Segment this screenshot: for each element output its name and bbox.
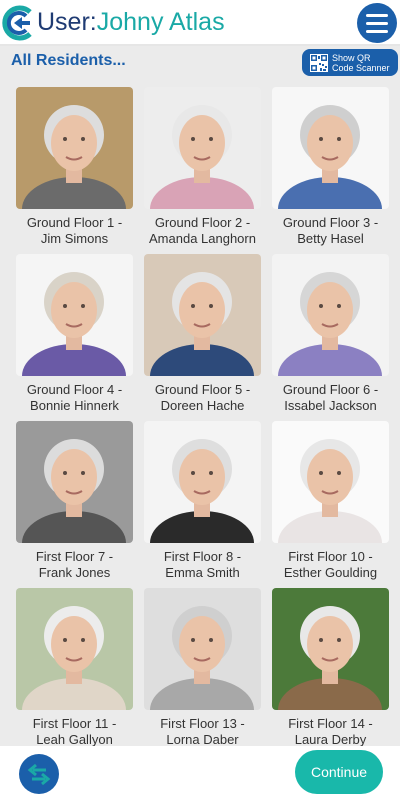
resident-photo bbox=[16, 588, 133, 710]
resident-card[interactable]: First Floor 10 - Esther Goulding bbox=[272, 421, 389, 585]
resident-portrait-icon bbox=[272, 588, 389, 710]
resident-caption: Ground Floor 3 - Betty Hasel bbox=[272, 215, 389, 247]
qr-code-icon bbox=[310, 53, 328, 72]
resident-portrait-icon bbox=[272, 421, 389, 543]
menu-button[interactable] bbox=[357, 3, 397, 43]
resident-floor: First Floor 14 - bbox=[288, 716, 373, 731]
resident-name: Leah Gallyon bbox=[36, 732, 113, 746]
resident-card[interactable]: First Floor 13 - Lorna Daber bbox=[144, 588, 261, 746]
resident-caption: First Floor 8 - Emma Smith bbox=[144, 549, 261, 581]
user-name: Johny Atlas bbox=[96, 8, 225, 36]
hamburger-menu-icon bbox=[366, 21, 388, 25]
resident-floor: Ground Floor 3 - bbox=[282, 215, 379, 230]
resident-caption: Ground Floor 2 - Amanda Langhorn bbox=[144, 215, 261, 247]
resident-portrait-icon bbox=[144, 254, 261, 376]
resident-caption: First Floor 10 - Esther Goulding bbox=[272, 549, 389, 581]
page-title: All Residents... bbox=[11, 52, 126, 69]
resident-name: Doreen Hache bbox=[160, 398, 245, 413]
qr-button-label: Show QR Code Scanner bbox=[332, 53, 390, 73]
residents-grid-area: Ground Floor 1 - Jim Simons Ground Floor 2… bbox=[0, 78, 400, 746]
resident-portrait-icon bbox=[16, 421, 133, 543]
resident-name: Bonnie Hinnerk bbox=[30, 398, 119, 413]
resident-floor: Ground Floor 2 - bbox=[154, 215, 251, 230]
top-bar: User:Johny Atlas bbox=[0, 0, 400, 46]
c-logo-icon bbox=[2, 5, 32, 41]
resident-photo bbox=[272, 421, 389, 543]
resident-name: Esther Goulding bbox=[283, 565, 378, 580]
resident-portrait-icon bbox=[16, 87, 133, 209]
user-label: User: bbox=[37, 8, 97, 36]
resident-caption: Ground Floor 4 - Bonnie Hinnerk bbox=[16, 382, 133, 414]
qr-label-line2: Code Scanner bbox=[332, 62, 390, 73]
resident-portrait-icon bbox=[272, 87, 389, 209]
resident-floor: First Floor 8 - bbox=[163, 549, 242, 564]
resident-card[interactable]: Ground Floor 2 - Amanda Langhorn bbox=[144, 87, 261, 251]
resident-card[interactable]: First Floor 7 - Frank Jones bbox=[16, 421, 133, 585]
resident-photo bbox=[16, 421, 133, 543]
resident-card[interactable]: Ground Floor 3 - Betty Hasel bbox=[272, 87, 389, 251]
resident-caption: First Floor 13 - Lorna Daber bbox=[144, 716, 261, 746]
resident-caption: Ground Floor 1 - Jim Simons bbox=[16, 215, 133, 247]
resident-photo bbox=[272, 588, 389, 710]
resident-portrait-icon bbox=[144, 87, 261, 209]
resident-card[interactable]: First Floor 14 - Laura Derby bbox=[272, 588, 389, 746]
resident-photo bbox=[144, 588, 261, 710]
continue-button[interactable]: Continue bbox=[295, 750, 383, 794]
resident-photo bbox=[144, 421, 261, 543]
resident-floor: Ground Floor 5 - bbox=[154, 382, 251, 397]
resident-floor: First Floor 13 - bbox=[160, 716, 245, 731]
resident-card[interactable]: First Floor 8 - Emma Smith bbox=[144, 421, 261, 585]
resident-name: Jim Simons bbox=[40, 231, 109, 246]
resident-floor: First Floor 7 - bbox=[35, 549, 114, 564]
swap-arrows-icon bbox=[27, 763, 51, 786]
resident-caption: Ground Floor 5 - Doreen Hache bbox=[144, 382, 261, 414]
resident-portrait-icon bbox=[16, 254, 133, 376]
resident-caption: First Floor 11 - Leah Gallyon bbox=[16, 716, 133, 746]
resident-caption: First Floor 7 - Frank Jones bbox=[16, 549, 133, 581]
resident-name: Laura Derby bbox=[294, 732, 367, 746]
resident-name: Betty Hasel bbox=[297, 231, 364, 246]
resident-photo bbox=[144, 254, 261, 376]
hamburger-menu-icon bbox=[366, 13, 388, 17]
resident-card[interactable]: Ground Floor 4 - Bonnie Hinnerk bbox=[16, 254, 133, 418]
resident-name: Amanda Langhorn bbox=[149, 231, 256, 246]
bottom-bar: Continue bbox=[0, 746, 400, 800]
resident-portrait-icon bbox=[16, 588, 133, 710]
resident-portrait-icon bbox=[144, 588, 261, 710]
resident-portrait-icon bbox=[144, 421, 261, 543]
resident-photo bbox=[272, 87, 389, 209]
resident-floor: First Floor 10 - bbox=[288, 549, 373, 564]
hamburger-menu-icon bbox=[366, 29, 388, 33]
resident-card[interactable]: First Floor 11 - Leah Gallyon bbox=[16, 588, 133, 746]
resident-photo bbox=[16, 87, 133, 209]
resident-name: Issabel Jackson bbox=[284, 398, 377, 413]
resident-photo bbox=[144, 87, 261, 209]
resident-name: Emma Smith bbox=[165, 565, 240, 580]
resident-card[interactable]: Ground Floor 5 - Doreen Hache bbox=[144, 254, 261, 418]
show-qr-scanner-button[interactable]: Show QR Code Scanner bbox=[302, 49, 398, 76]
resident-caption: First Floor 14 - Laura Derby bbox=[272, 716, 389, 746]
resident-floor: Ground Floor 1 - bbox=[26, 215, 123, 230]
resident-floor: First Floor 11 - bbox=[32, 716, 117, 731]
resident-floor: Ground Floor 6 - bbox=[282, 382, 379, 397]
switch-user-button[interactable] bbox=[19, 754, 59, 794]
qr-label-line1: Show QR bbox=[332, 52, 371, 63]
resident-portrait-icon bbox=[272, 254, 389, 376]
residents-grid: Ground Floor 1 - Jim Simons Ground Floor 2… bbox=[16, 87, 390, 746]
resident-card[interactable]: Ground Floor 1 - Jim Simons bbox=[16, 87, 133, 251]
resident-photo bbox=[272, 254, 389, 376]
resident-floor: Ground Floor 4 - bbox=[26, 382, 123, 397]
resident-photo bbox=[16, 254, 133, 376]
resident-caption: Ground Floor 6 - Issabel Jackson bbox=[272, 382, 389, 414]
resident-name: Frank Jones bbox=[38, 565, 111, 580]
user-title: User:Johny Atlas bbox=[37, 6, 225, 38]
resident-card[interactable]: Ground Floor 6 - Issabel Jackson bbox=[272, 254, 389, 418]
resident-name: Lorna Daber bbox=[166, 732, 239, 746]
